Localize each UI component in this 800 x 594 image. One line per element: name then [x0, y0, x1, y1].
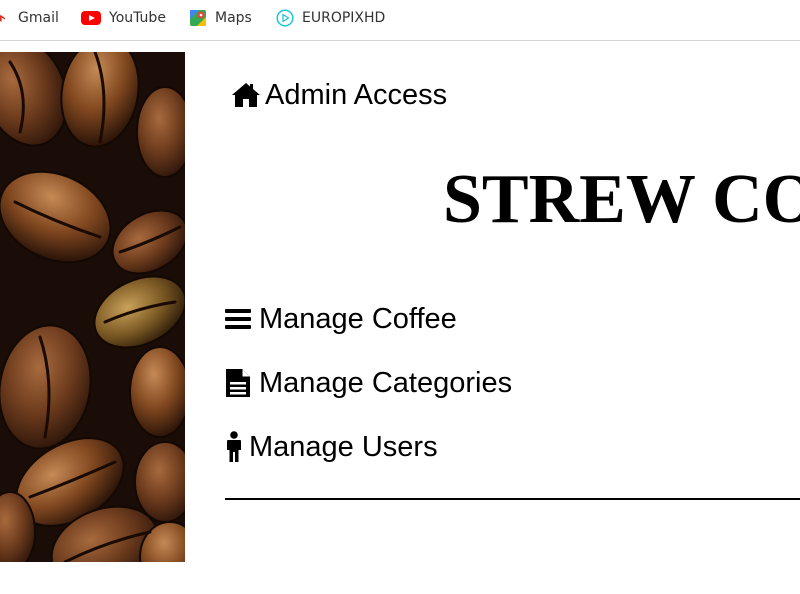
bookmarks-bar: Gmail YouTube Maps EUROPIXHD: [0, 0, 800, 41]
bookmark-youtube[interactable]: YouTube: [81, 0, 166, 36]
document-icon: [226, 369, 250, 397]
bookmark-label: Maps: [215, 10, 252, 26]
bookmark-label: Gmail: [18, 10, 59, 26]
coffee-beans-image: [0, 52, 185, 562]
bookmark-gmail[interactable]: Gmail: [0, 0, 59, 36]
bookmark-maps[interactable]: Maps: [189, 0, 252, 36]
person-icon: [227, 431, 241, 462]
menu-label: Manage Categories: [259, 366, 513, 399]
menu-manage-coffee[interactable]: Manage Coffee: [225, 299, 457, 339]
play-circle-icon: [276, 9, 294, 27]
menu-manage-categories[interactable]: Manage Categories: [225, 363, 512, 403]
bars-icon: [225, 309, 251, 329]
home-icon: [232, 83, 260, 107]
bookmark-europixhd[interactable]: EUROPIXHD: [276, 0, 385, 36]
menu-manage-users[interactable]: Manage Users: [225, 427, 438, 467]
coffee-beans-illustration: [0, 52, 185, 562]
menu-label: Manage Users: [249, 430, 438, 463]
maps-icon: [190, 10, 206, 26]
admin-access-label: Admin Access: [265, 78, 448, 111]
divider: [225, 498, 800, 500]
bookmark-label: YouTube: [109, 10, 166, 26]
gmail-icon: [0, 15, 5, 22]
youtube-icon: [81, 11, 101, 25]
admin-access-link[interactable]: Admin Access: [231, 75, 447, 115]
bookmark-label: EUROPIXHD: [302, 10, 386, 26]
menu-label: Manage Coffee: [259, 302, 457, 335]
page-title: STREW CO: [443, 161, 800, 238]
